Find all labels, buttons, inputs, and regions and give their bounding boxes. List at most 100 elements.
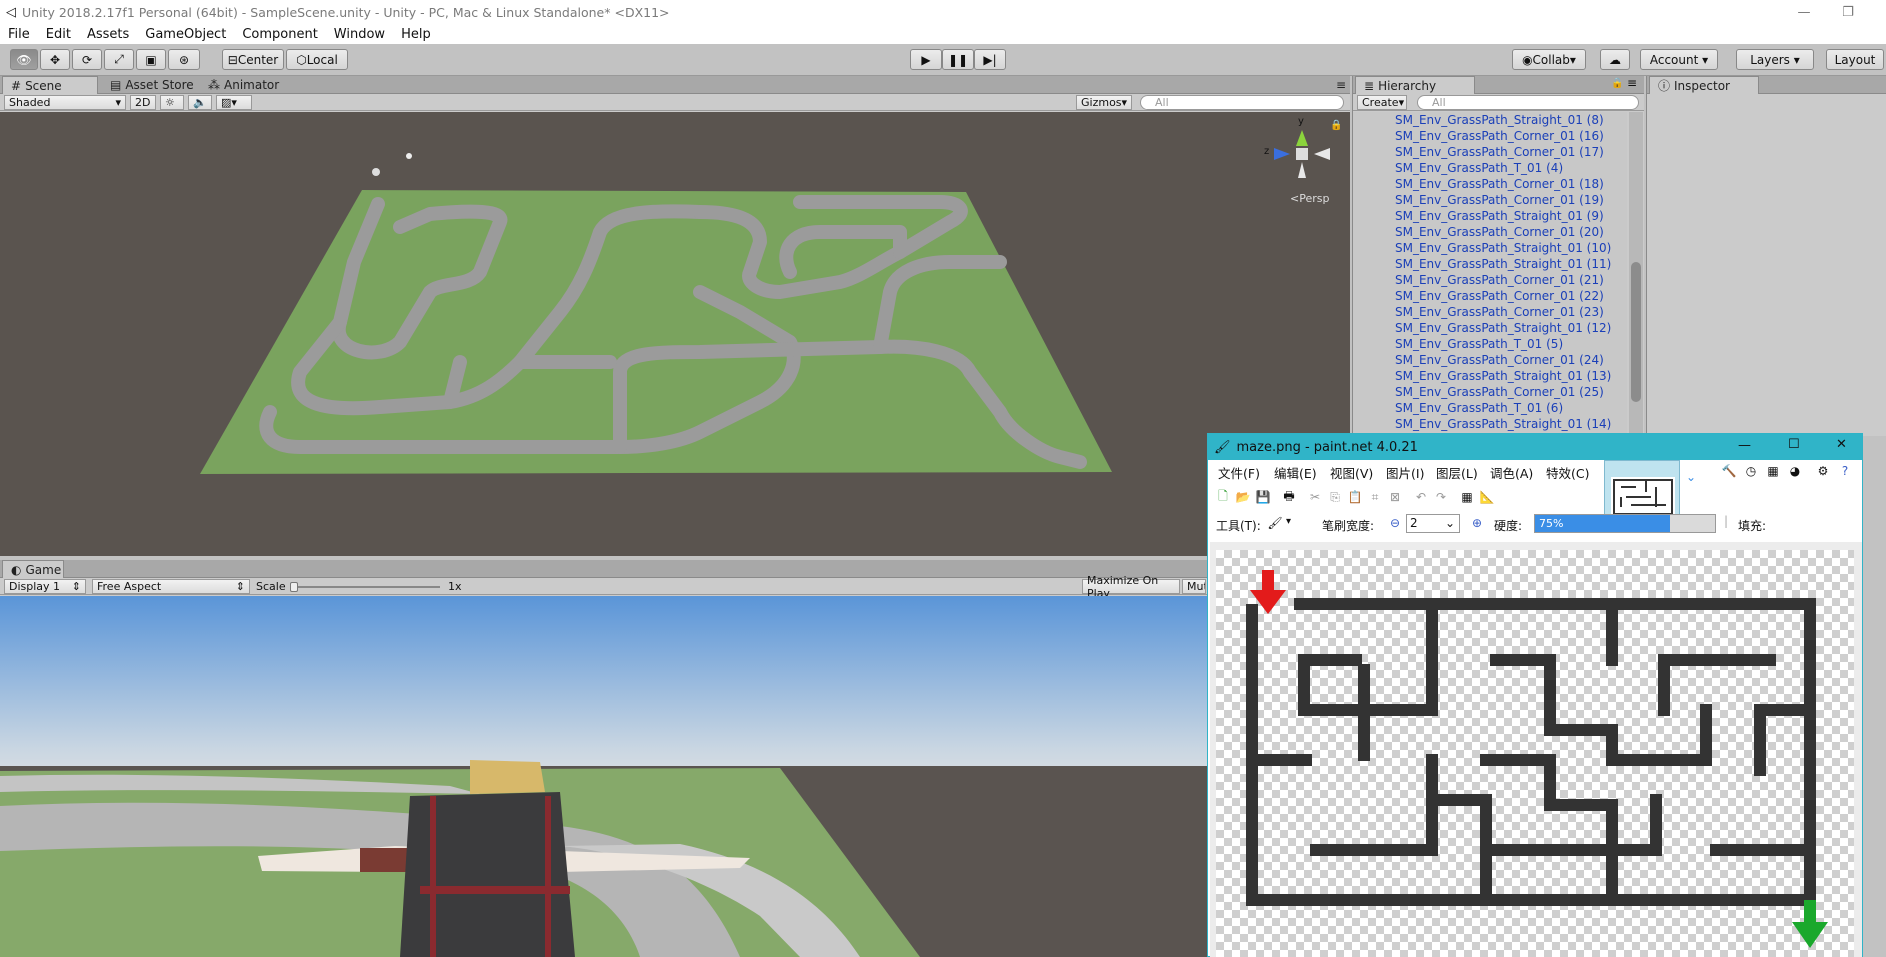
pdn-menu-layers[interactable]: 图层(L) xyxy=(1436,463,1478,482)
hardness-slider[interactable]: 75% xyxy=(1534,514,1716,533)
list-item[interactable]: SM_Env_GrassPath_Corner_01 (19) xyxy=(1353,192,1627,208)
list-item[interactable]: SM_Env_GrassPath_Straight_01 (14) xyxy=(1353,416,1627,432)
brush-width-input[interactable]: 2 ⌄ xyxy=(1406,514,1460,533)
settings-icon[interactable]: ⚙ xyxy=(1816,464,1830,478)
list-item[interactable]: SM_Env_GrassPath_T_01 (5) xyxy=(1353,336,1627,352)
scale-slider[interactable] xyxy=(290,582,440,592)
menu-gameobject[interactable]: GameObject xyxy=(137,27,234,42)
paste-icon[interactable]: 📋 xyxy=(1348,490,1363,504)
list-item[interactable]: SM_Env_GrassPath_Straight_01 (11) xyxy=(1353,256,1627,272)
colors-icon[interactable]: ◕ xyxy=(1788,464,1802,478)
list-item[interactable]: SM_Env_GrassPath_Corner_01 (23) xyxy=(1353,304,1627,320)
rect-tool-button[interactable]: ▣ xyxy=(136,49,166,70)
list-item[interactable]: SM_Env_GrassPath_Corner_01 (22) xyxy=(1353,288,1627,304)
lock-icon[interactable]: 🔒 xyxy=(1611,78,1623,89)
list-item[interactable]: SM_Env_GrassPath_T_01 (6) xyxy=(1353,400,1627,416)
crop-icon[interactable]: ⌗ xyxy=(1368,490,1382,504)
menu-component[interactable]: Component xyxy=(234,27,325,42)
tab-hierarchy[interactable]: ≣ Hierarchy xyxy=(1355,76,1475,94)
aspect-dropdown[interactable]: Free Aspect ⇕ xyxy=(92,579,250,594)
save-icon[interactable]: 💾 xyxy=(1256,490,1271,504)
create-dropdown[interactable]: Create ▾ xyxy=(1357,95,1407,110)
pause-button[interactable]: ❚❚ xyxy=(942,49,974,70)
account-dropdown[interactable]: Account ▾ xyxy=(1640,49,1718,70)
cloud-button[interactable]: ☁ xyxy=(1600,49,1630,70)
pivot-center-button[interactable]: ⊟ Center xyxy=(222,49,284,70)
history-icon[interactable]: ◷ xyxy=(1744,464,1758,478)
chevron-down-icon[interactable]: ▾ xyxy=(1286,516,1291,527)
minimize-icon[interactable]: — xyxy=(1738,438,1751,453)
scene-viewport[interactable]: y z <Persp 🔒 xyxy=(0,112,1350,556)
collab-dropdown[interactable]: ◉ Collab ▾ xyxy=(1512,49,1586,70)
tab-game[interactable]: ◐ Game xyxy=(2,560,64,578)
menu-assets[interactable]: Assets xyxy=(79,27,137,42)
hierarchy-search-input[interactable]: All xyxy=(1417,95,1639,110)
scale-tool-button[interactable]: ⤢ xyxy=(104,49,134,70)
list-item[interactable]: SM_Env_GrassPath_Straight_01 (8) xyxy=(1353,112,1627,128)
pdn-menu-image[interactable]: 图片(I) xyxy=(1386,463,1424,482)
step-button[interactable]: ▶| xyxy=(974,49,1006,70)
minimize-icon[interactable]: — xyxy=(1782,0,1826,24)
gizmos-dropdown[interactable]: Gizmos ▾ xyxy=(1076,95,1132,110)
list-item[interactable]: SM_Env_GrassPath_T_01 (4) xyxy=(1353,160,1627,176)
panel-menu-icon[interactable]: ≡ xyxy=(1627,76,1637,90)
pdn-menu-effects[interactable]: 特效(C) xyxy=(1546,463,1589,482)
help-icon[interactable]: ? xyxy=(1838,464,1852,478)
panel-menu-icon[interactable]: ≡ xyxy=(1328,76,1354,94)
list-item[interactable]: SM_Env_GrassPath_Straight_01 (10) xyxy=(1353,240,1627,256)
list-item[interactable]: SM_Env_GrassPath_Straight_01 (13) xyxy=(1353,368,1627,384)
open-icon[interactable]: 📂 xyxy=(1236,490,1251,504)
cut-icon[interactable]: ✂ xyxy=(1308,490,1322,504)
menu-edit[interactable]: Edit xyxy=(38,27,79,42)
list-item[interactable]: SM_Env_GrassPath_Straight_01 (9) xyxy=(1353,208,1627,224)
scale-slider-handle[interactable] xyxy=(290,582,298,592)
hierarchy-scrollbar[interactable] xyxy=(1629,112,1643,436)
deselect-icon[interactable]: ⊠ xyxy=(1388,490,1402,504)
scrollbar-thumb[interactable] xyxy=(1631,262,1641,402)
transform-tool-button[interactable]: ⊛ xyxy=(168,49,200,70)
list-item[interactable]: SM_Env_GrassPath_Corner_01 (24) xyxy=(1353,352,1627,368)
menu-help[interactable]: Help xyxy=(393,27,439,42)
menu-window[interactable]: Window xyxy=(326,27,393,42)
list-item[interactable]: SM_Env_GrassPath_Corner_01 (18) xyxy=(1353,176,1627,192)
tools-icon[interactable]: 🔨 xyxy=(1722,464,1737,478)
tab-animator[interactable]: ⁂ Animator xyxy=(200,76,287,94)
effects-dropdown[interactable]: ▨ ▾ xyxy=(216,95,252,110)
layers-icon[interactable]: ▦ xyxy=(1766,464,1780,478)
tab-inspector[interactable]: ⓘ Inspector xyxy=(1649,76,1759,94)
pdn-menu-adjust[interactable]: 调色(A) xyxy=(1490,463,1533,482)
chevron-down-icon[interactable]: ⌄ xyxy=(1686,470,1696,484)
play-button[interactable]: ▶ xyxy=(910,49,942,70)
tab-scene[interactable]: # Scene xyxy=(2,76,98,94)
maze-image[interactable] xyxy=(1216,550,1854,957)
pdn-menu-view[interactable]: 视图(V) xyxy=(1330,463,1373,482)
projection-toggle[interactable]: <Persp xyxy=(1290,192,1350,205)
menu-file[interactable]: File xyxy=(0,27,38,42)
list-item[interactable]: SM_Env_GrassPath_Corner_01 (25) xyxy=(1353,384,1627,400)
display-dropdown[interactable]: Display 1 ⇕ xyxy=(4,579,86,594)
scene-search-input[interactable]: All xyxy=(1140,95,1344,110)
increase-icon[interactable]: ⊕ xyxy=(1470,516,1484,530)
pivot-local-button[interactable]: ⬡ Local xyxy=(286,49,348,70)
ruler-icon[interactable]: 📐 xyxy=(1480,490,1495,504)
grid-icon[interactable]: ▦ xyxy=(1460,490,1474,504)
game-viewport[interactable] xyxy=(0,596,1207,957)
restore-icon[interactable]: ❐ xyxy=(1826,0,1870,24)
list-item[interactable]: SM_Env_GrassPath_Corner_01 (21) xyxy=(1353,272,1627,288)
canvas-area[interactable] xyxy=(1210,542,1862,957)
lighting-toggle[interactable]: ☼ xyxy=(160,95,184,110)
undo-icon[interactable]: ↶ xyxy=(1414,490,1428,504)
list-item[interactable]: SM_Env_GrassPath_Straight_01 (12) xyxy=(1353,320,1627,336)
new-icon[interactable]: 🗋 xyxy=(1216,489,1230,504)
lock-icon[interactable]: 🔒 xyxy=(1330,120,1342,131)
image-thumbnail-tab[interactable] xyxy=(1604,460,1680,518)
pdn-menu-edit[interactable]: 编辑(E) xyxy=(1274,463,1317,482)
move-tool-button[interactable]: ✥ xyxy=(40,49,70,70)
audio-toggle[interactable]: 🔈 xyxy=(188,95,212,110)
rotate-tool-button[interactable]: ⟳ xyxy=(72,49,102,70)
list-item[interactable]: SM_Env_GrassPath_Corner_01 (20) xyxy=(1353,224,1627,240)
decrease-icon[interactable]: ⊖ xyxy=(1388,516,1402,530)
maximize-on-play-toggle[interactable]: Maximize On Play xyxy=(1082,574,1180,600)
list-item[interactable]: SM_Env_GrassPath_Corner_01 (17) xyxy=(1353,144,1627,160)
pdn-menu-file[interactable]: 文件(F) xyxy=(1218,463,1260,482)
